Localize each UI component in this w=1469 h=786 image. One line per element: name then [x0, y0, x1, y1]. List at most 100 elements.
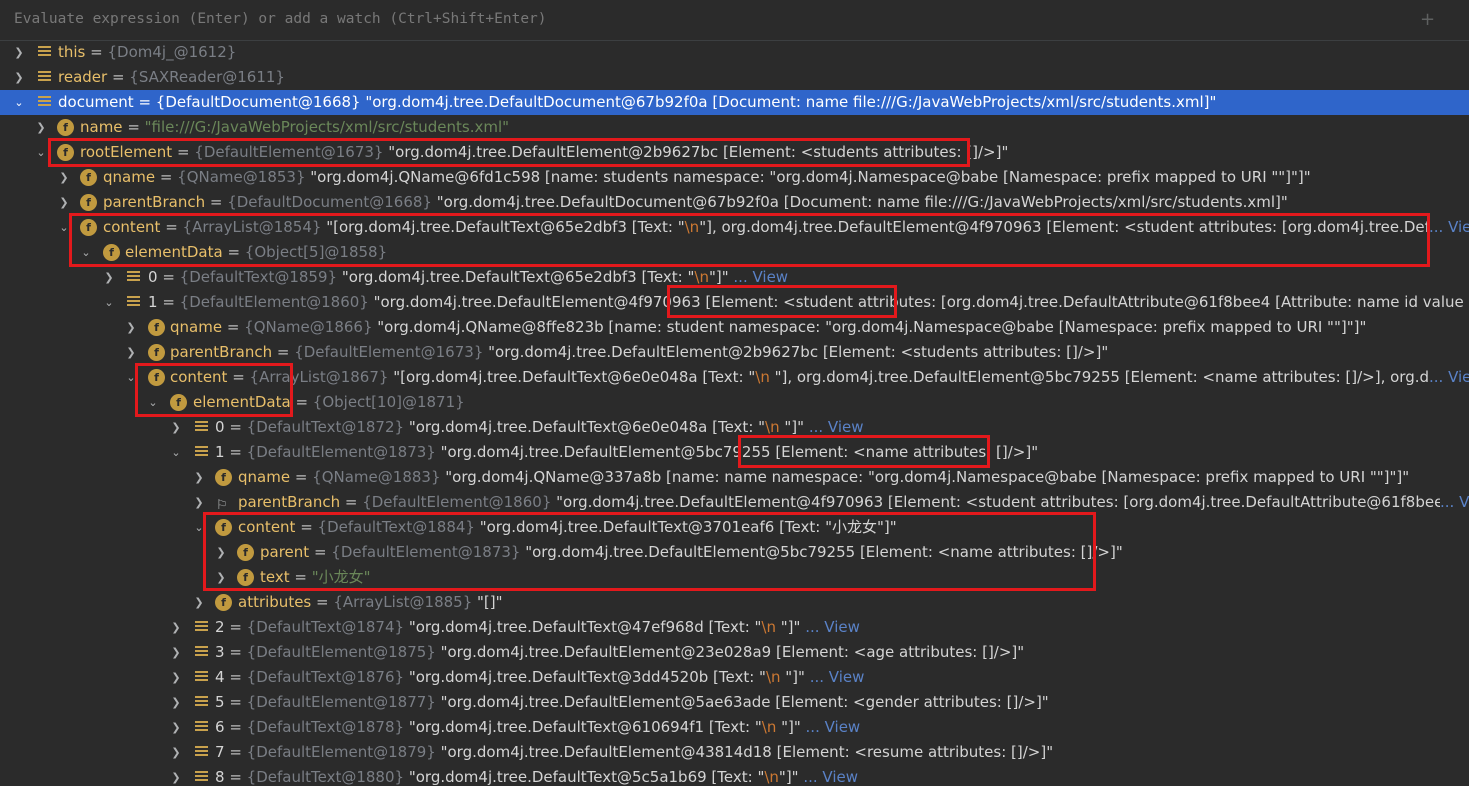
chevron-right-icon[interactable]: ❯ [168, 740, 184, 765]
var-name: parent [260, 543, 310, 561]
tree-row-document[interactable]: ⌄ document = {DefaultDocument@1668} "org… [0, 90, 1469, 115]
object-icon [195, 421, 208, 434]
tree-row-index-7[interactable]: ❯ 7 = {DefaultElement@1879} "org.dom4j.t… [0, 740, 1469, 765]
chevron-right-icon[interactable]: ❯ [123, 340, 139, 365]
tree-row-index-3[interactable]: ❯ 3 = {DefaultElement@1875} "org.dom4j.t… [0, 640, 1469, 665]
var-name: qname [170, 318, 223, 336]
chevron-right-icon[interactable]: ❯ [168, 715, 184, 740]
chevron-right-icon[interactable]: ❯ [168, 690, 184, 715]
chevron-right-icon[interactable]: ❯ [191, 465, 207, 490]
chevron-down-icon[interactable]: ⌄ [33, 140, 49, 165]
tree-row-content[interactable]: ⌄ f content = {DefaultText@1884} "org.do… [0, 515, 1469, 540]
tree-row-name[interactable]: ❯ f name = "file:///G:/JavaWebProjects/x… [0, 115, 1469, 140]
var-value: "org.dom4j.tree.DefaultText@47ef968d [Te… [408, 618, 762, 636]
tree-row-parentbranch[interactable]: ❯ f parentBranch = {DefaultDocument@1668… [0, 190, 1469, 215]
view-link[interactable]: ... View [1429, 215, 1469, 240]
chevron-down-icon[interactable]: ⌄ [145, 390, 161, 415]
tree-row-parentbranch[interactable]: ❯ ⚐ parentBranch = {DefaultElement@1860}… [0, 490, 1469, 515]
tree-row-index-1[interactable]: ⌄ 1 = {DefaultElement@1873} "org.dom4j.t… [0, 440, 1469, 465]
tree-row-index-5[interactable]: ❯ 5 = {DefaultElement@1877} "org.dom4j.t… [0, 690, 1469, 715]
chevron-down-icon[interactable]: ⌄ [78, 240, 94, 265]
var-value: "org.dom4j.tree.DefaultElement@5ae63ade … [440, 693, 1049, 711]
chevron-down-icon[interactable]: ⌄ [11, 90, 27, 115]
tree-row-attributes[interactable]: ❯ f attributes = {ArrayList@1885} "[]" [0, 590, 1469, 615]
var-name: 6 [215, 718, 225, 736]
tree-row-qname[interactable]: ❯ f qname = {QName@1866} "org.dom4j.QNam… [0, 315, 1469, 340]
chevron-right-icon[interactable]: ❯ [168, 665, 184, 690]
chevron-down-icon[interactable]: ⌄ [101, 290, 117, 315]
chevron-down-icon[interactable]: ⌄ [168, 440, 184, 465]
tree-row-content[interactable]: ⌄ f content = {ArrayList@1854} "[org.dom… [0, 215, 1469, 240]
tree-row-index-6[interactable]: ❯ 6 = {DefaultText@1878} "org.dom4j.tree… [0, 715, 1469, 740]
tree-row-reader[interactable]: ❯ reader = {SAXReader@1611} [0, 65, 1469, 90]
tree-row-content[interactable]: ⌄ f content = {ArrayList@1867} "[org.dom… [0, 365, 1469, 390]
var-name: text [260, 568, 290, 586]
var-type: {ArrayList@1854} [182, 218, 322, 236]
chevron-right-icon[interactable]: ❯ [191, 490, 207, 515]
chevron-right-icon[interactable]: ❯ [168, 415, 184, 440]
tree-row-parent[interactable]: ❯ f parent = {DefaultElement@1873} "org.… [0, 540, 1469, 565]
tree-row-index-0[interactable]: ❯ 0 = {DefaultText@1872} "org.dom4j.tree… [0, 415, 1469, 440]
var-type: {DefaultElement@1860} [179, 293, 369, 311]
chevron-right-icon[interactable]: ❯ [213, 565, 229, 590]
chevron-right-icon[interactable]: ❯ [168, 765, 184, 786]
view-link[interactable]: ... View [809, 418, 864, 436]
chevron-right-icon[interactable]: ❯ [123, 315, 139, 340]
chevron-right-icon[interactable]: ❯ [11, 65, 27, 90]
evaluate-expression-input[interactable]: Evaluate expression (Enter) or add a wat… [14, 11, 547, 27]
tree-row-index-4[interactable]: ❯ 4 = {DefaultText@1876} "org.dom4j.tree… [0, 665, 1469, 690]
evaluate-expression-bar[interactable]: Evaluate expression (Enter) or add a wat… [0, 0, 1469, 41]
field-icon: f [80, 219, 97, 236]
object-icon [195, 621, 208, 634]
add-watch-icon[interactable]: + [1420, 9, 1435, 30]
var-name: attributes [238, 593, 312, 611]
view-link[interactable]: ... View [810, 668, 865, 686]
view-link[interactable]: ... View [1440, 490, 1469, 515]
chevron-right-icon[interactable]: ❯ [33, 115, 49, 140]
tree-row-parentbranch[interactable]: ❯ f parentBranch = {DefaultElement@1673}… [0, 340, 1469, 365]
tree-row-qname[interactable]: ❯ f qname = {QName@1883} "org.dom4j.QNam… [0, 465, 1469, 490]
object-icon [127, 271, 140, 284]
var-type: {DefaultText@1880} [246, 768, 405, 786]
var-value-rest: "]" [775, 618, 801, 636]
chevron-right-icon[interactable]: ❯ [213, 540, 229, 565]
chevron-down-icon[interactable]: ⌄ [123, 365, 139, 390]
chevron-right-icon[interactable]: ❯ [168, 640, 184, 665]
view-link[interactable]: ... View [803, 768, 858, 786]
chevron-right-icon[interactable]: ❯ [191, 590, 207, 615]
field-icon: f [148, 319, 165, 336]
chevron-right-icon[interactable]: ❯ [56, 190, 72, 215]
var-name: 4 [215, 668, 225, 686]
tree-row-index-1[interactable]: ⌄ 1 = {DefaultElement@1860} "org.dom4j.t… [0, 290, 1469, 315]
view-link[interactable]: ... View [1429, 365, 1469, 390]
tree-row-text[interactable]: ❯ f text = "小龙女" [0, 565, 1469, 590]
view-link[interactable]: ... View [805, 618, 860, 636]
chevron-right-icon[interactable]: ❯ [101, 265, 117, 290]
object-icon [195, 671, 208, 684]
var-name: content [238, 518, 296, 536]
chevron-right-icon[interactable]: ❯ [11, 40, 27, 65]
tree-row-qname[interactable]: ❯ f qname = {QName@1853} "org.dom4j.QNam… [0, 165, 1469, 190]
var-type: {DefaultElement@1673} [194, 143, 384, 161]
var-type: {DefaultText@1874} [246, 618, 405, 636]
escape-newline: \n [684, 218, 700, 236]
tree-row-elementdata[interactable]: ⌄ f elementData = {Object[5]@1858} [0, 240, 1469, 265]
tree-row-index-2[interactable]: ❯ 2 = {DefaultText@1874} "org.dom4j.tree… [0, 615, 1469, 640]
var-type: {DefaultText@1859} [179, 268, 338, 286]
tree-row-this[interactable]: ❯ this = {Dom4j_@1612} [0, 40, 1469, 65]
field-icon: f [215, 519, 232, 536]
tree-row-rootelement[interactable]: ⌄ f rootElement = {DefaultElement@1673} … [0, 140, 1469, 165]
field-icon: f [170, 394, 187, 411]
object-icon [195, 646, 208, 659]
chevron-right-icon[interactable]: ❯ [56, 165, 72, 190]
var-name: elementData [193, 393, 291, 411]
tree-row-elementdata[interactable]: ⌄ f elementData = {Object[10]@1871} [0, 390, 1469, 415]
view-link[interactable]: ... View [733, 268, 788, 286]
var-type: {QName@1883} [312, 468, 441, 486]
tree-row-index-8[interactable]: ❯ 8 = {DefaultText@1880} "org.dom4j.tree… [0, 765, 1469, 786]
chevron-down-icon[interactable]: ⌄ [56, 215, 72, 240]
chevron-right-icon[interactable]: ❯ [168, 615, 184, 640]
view-link[interactable]: ... View [806, 718, 861, 736]
chevron-down-icon[interactable]: ⌄ [191, 515, 207, 540]
tree-row-index-0[interactable]: ❯ 0 = {DefaultText@1859} "org.dom4j.tree… [0, 265, 1469, 290]
